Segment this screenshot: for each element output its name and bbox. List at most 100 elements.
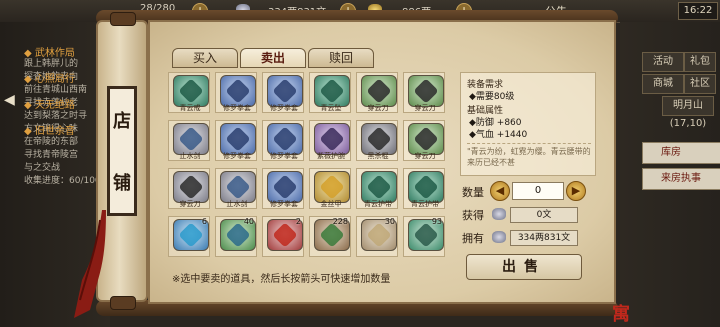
quantity-input[interactable]: 0 bbox=[512, 182, 564, 200]
item-name: 穿云刀 bbox=[414, 104, 436, 112]
item-shape-icon bbox=[413, 126, 439, 152]
item-shape-icon bbox=[413, 78, 439, 104]
own-label: 拥有 bbox=[462, 232, 484, 245]
shop-title-plate: 店 铺 bbox=[107, 86, 137, 216]
game-logo: 寓 bbox=[612, 304, 630, 325]
item-shape-icon bbox=[366, 126, 392, 152]
item-shape-icon bbox=[319, 126, 345, 152]
tab-sell[interactable]: 卖出 bbox=[240, 48, 306, 68]
right-menu-button[interactable]: 社区 bbox=[684, 74, 716, 94]
item-slot[interactable]: 黑杀棍 bbox=[356, 120, 398, 161]
item-shape-icon bbox=[272, 126, 298, 152]
shop-title-char-2: 铺 bbox=[113, 173, 131, 194]
own-coin-icon bbox=[492, 231, 506, 243]
right-menu-button[interactable]: 商城 bbox=[642, 74, 684, 94]
item-shape-icon bbox=[272, 174, 298, 200]
item-count: 228 bbox=[332, 217, 348, 226]
item-grid: 青云戒 修罗拳套 修罗拳套 青云坠 穿云刀 穿云刀 止水剑 修罗拳套 修罗拳套 紫薇护腕 黑杀棍 穿云… bbox=[168, 72, 456, 262]
item-shape-icon bbox=[225, 126, 251, 152]
item-name: 紫薇护腕 bbox=[317, 152, 345, 160]
item-slot[interactable]: 穿云刀 bbox=[403, 72, 445, 113]
tab-buy[interactable]: 买入 bbox=[172, 48, 238, 68]
rod-cap-top bbox=[110, 12, 136, 26]
quest-desc: 跟上韩胖儿的 bbox=[24, 59, 79, 69]
item-shape-icon bbox=[272, 222, 298, 248]
item-slot[interactable]: 228 bbox=[309, 216, 351, 257]
clock: 16:22 bbox=[678, 2, 718, 20]
right-menu: 活动 礼包 商城 社区 明月山(17,10) 库房来房执事 bbox=[620, 22, 720, 327]
right-action-button[interactable]: 库房 bbox=[642, 142, 720, 164]
item-slot[interactable]: 紫薇护腕 bbox=[309, 120, 351, 161]
quest-desc: 前往青城山西南 bbox=[24, 85, 88, 95]
item-slot[interactable]: 金丝甲 bbox=[309, 168, 351, 209]
sell-button[interactable]: 出售 bbox=[466, 254, 582, 280]
rod-cap-bottom bbox=[110, 296, 136, 310]
item-count: 30 bbox=[384, 217, 395, 226]
quest-desc: 寻找青帝陵宫 bbox=[24, 150, 79, 160]
item-slot[interactable]: 青云护带 bbox=[403, 168, 445, 209]
requirement-level: ◆需要80级 bbox=[469, 92, 515, 102]
gain-coin-icon bbox=[492, 208, 506, 220]
item-name: 青云护带 bbox=[364, 200, 392, 208]
item-shape-icon bbox=[178, 78, 204, 104]
item-shape-icon bbox=[225, 78, 251, 104]
tab-redeem[interactable]: 赎回 bbox=[308, 48, 374, 68]
item-name: 青云戒 bbox=[179, 104, 201, 112]
item-count: 6 bbox=[201, 217, 207, 226]
quest-desc: 与之交战 bbox=[24, 163, 61, 173]
item-slot[interactable]: 青云戒 bbox=[168, 72, 210, 113]
item-name: 止水剑 bbox=[179, 152, 201, 160]
item-slot[interactable]: 穿云刀 bbox=[356, 72, 398, 113]
item-shape-icon bbox=[319, 222, 345, 248]
gain-value: 0文 bbox=[510, 207, 578, 223]
item-name: 修罗拳套 bbox=[223, 152, 251, 160]
item-count: 93 bbox=[431, 217, 442, 226]
item-slot[interactable]: 2 bbox=[262, 216, 304, 257]
item-slot[interactable]: 止水剑 bbox=[215, 168, 257, 209]
quantity-label: 数量 bbox=[462, 186, 484, 199]
collapse-arrow-icon[interactable]: ◀ bbox=[4, 92, 15, 108]
item-shape-icon bbox=[319, 78, 345, 104]
item-shape-icon bbox=[366, 78, 392, 104]
attr-hp: ◆气血 +1440 bbox=[469, 130, 528, 140]
item-slot[interactable]: 修罗拳套 bbox=[262, 72, 304, 113]
item-detail-panel: 装备需求 ◆需要80级 基础属性 ◆防御 +860 ◆气血 +1440 "青云为… bbox=[460, 72, 596, 176]
item-shape-icon bbox=[413, 174, 439, 200]
item-slot[interactable]: 青云坠 bbox=[309, 72, 351, 113]
item-shape-icon bbox=[178, 222, 204, 248]
right-menu-button[interactable]: 明月山(17,10) bbox=[662, 96, 714, 129]
item-slot[interactable]: 40 bbox=[215, 216, 257, 257]
item-slot[interactable]: 穿云刀 bbox=[403, 120, 445, 161]
item-slot[interactable]: 修罗拳套 bbox=[215, 72, 257, 113]
item-name: 穿云刀 bbox=[367, 104, 389, 112]
quest-desc: 收集进度：60/100 bbox=[24, 176, 101, 186]
decrease-arrow-icon[interactable]: ◀ bbox=[490, 181, 510, 201]
item-description: "青云为纷，虹霓为缨。青云腰带的来历已经不甚 bbox=[467, 143, 591, 168]
red-tassel-icon bbox=[74, 210, 106, 318]
right-menu-button[interactable]: 礼包 bbox=[684, 52, 716, 72]
increase-arrow-icon[interactable]: ▶ bbox=[566, 181, 586, 201]
item-slot[interactable]: 30 bbox=[356, 216, 398, 257]
item-shape-icon bbox=[366, 222, 392, 248]
right-menu-button[interactable]: 活动 bbox=[642, 52, 684, 72]
item-shape-icon bbox=[272, 78, 298, 104]
item-name: 止水剑 bbox=[226, 200, 248, 208]
item-count: 40 bbox=[243, 217, 254, 226]
item-shape-icon bbox=[225, 222, 251, 248]
item-name: 修罗拳套 bbox=[270, 200, 298, 208]
item-slot[interactable]: 止水剑 bbox=[168, 120, 210, 161]
right-action-button[interactable]: 来房执事 bbox=[642, 168, 720, 190]
shop-title-char-1: 店 bbox=[113, 111, 131, 132]
item-shape-icon bbox=[366, 174, 392, 200]
item-slot[interactable]: 修罗拳套 bbox=[215, 120, 257, 161]
item-name: 穿云刀 bbox=[179, 200, 201, 208]
item-name: 青云护带 bbox=[411, 200, 439, 208]
item-slot[interactable]: 修罗拳套 bbox=[262, 168, 304, 209]
item-slot[interactable]: 穿云刀 bbox=[168, 168, 210, 209]
item-slot[interactable]: 6 bbox=[168, 216, 210, 257]
item-slot[interactable]: 93 bbox=[403, 216, 445, 257]
item-slot[interactable]: 青云护带 bbox=[356, 168, 398, 209]
sell-hint: ※选中要卖的道具，然后长按箭头可快速增加数量 bbox=[172, 274, 391, 285]
item-name: 修罗拳套 bbox=[223, 104, 251, 112]
item-slot[interactable]: 修罗拳套 bbox=[262, 120, 304, 161]
